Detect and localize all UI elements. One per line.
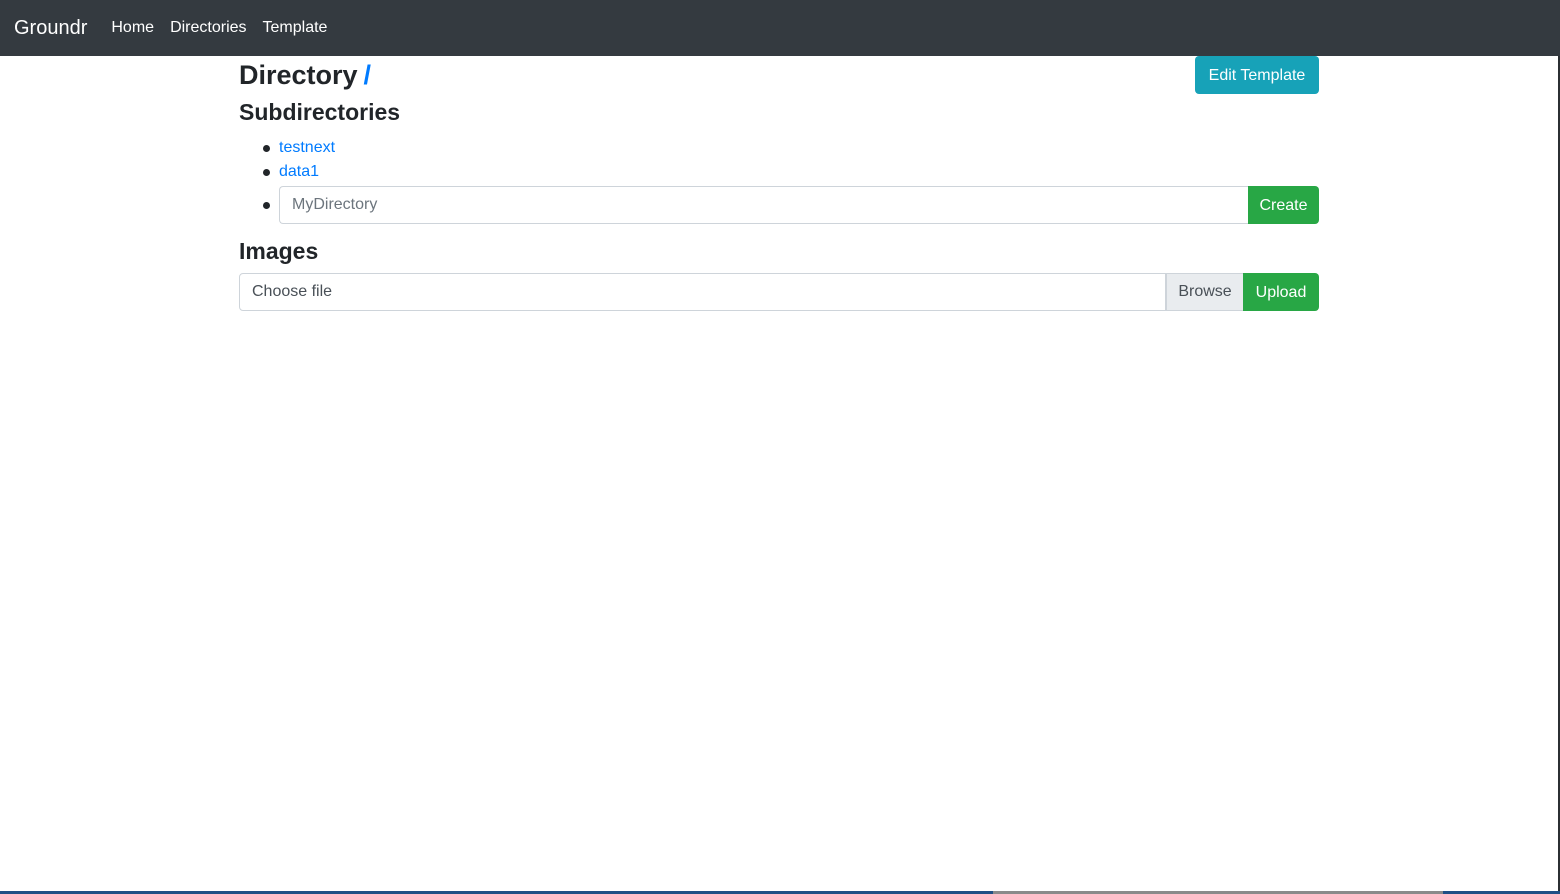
list-item: data1: [239, 160, 1319, 184]
directory-path[interactable]: /: [364, 60, 372, 90]
bullet-icon: [263, 145, 270, 152]
image-upload-group: Choose file Browse Upload: [239, 273, 1319, 311]
edit-template-button[interactable]: Edit Template: [1195, 56, 1319, 94]
create-button[interactable]: Create: [1248, 186, 1319, 224]
list-item: testnext: [239, 136, 1319, 160]
upload-button[interactable]: Upload: [1243, 273, 1319, 311]
create-directory-row: Create: [239, 186, 1319, 224]
images-heading: Images: [239, 238, 319, 264]
subdirectory-link-data1[interactable]: data1: [279, 163, 319, 180]
page-title-label: Directory: [239, 60, 358, 90]
top-navbar: Groundr Home Directories Template: [0, 0, 1560, 56]
new-directory-input[interactable]: [279, 186, 1248, 224]
bullet-icon: [263, 169, 270, 176]
nav-link-directories[interactable]: Directories: [170, 19, 246, 37]
nav-link-template[interactable]: Template: [263, 19, 328, 37]
bullet-icon: [263, 202, 270, 209]
file-input-label: Choose file: [252, 283, 333, 300]
browse-button[interactable]: Browse: [1166, 273, 1243, 311]
file-input[interactable]: Choose file: [239, 273, 1166, 311]
nav-link-home[interactable]: Home: [111, 19, 154, 37]
brand-link[interactable]: Groundr: [14, 17, 87, 40]
create-directory-group: Create: [279, 186, 1319, 224]
subdirectory-link-testnext[interactable]: testnext: [279, 139, 335, 156]
subdirectories-heading: Subdirectories: [239, 99, 401, 125]
subdirectory-list: testnext data1 Create: [239, 136, 1319, 224]
page-title: Directory /: [239, 58, 371, 92]
